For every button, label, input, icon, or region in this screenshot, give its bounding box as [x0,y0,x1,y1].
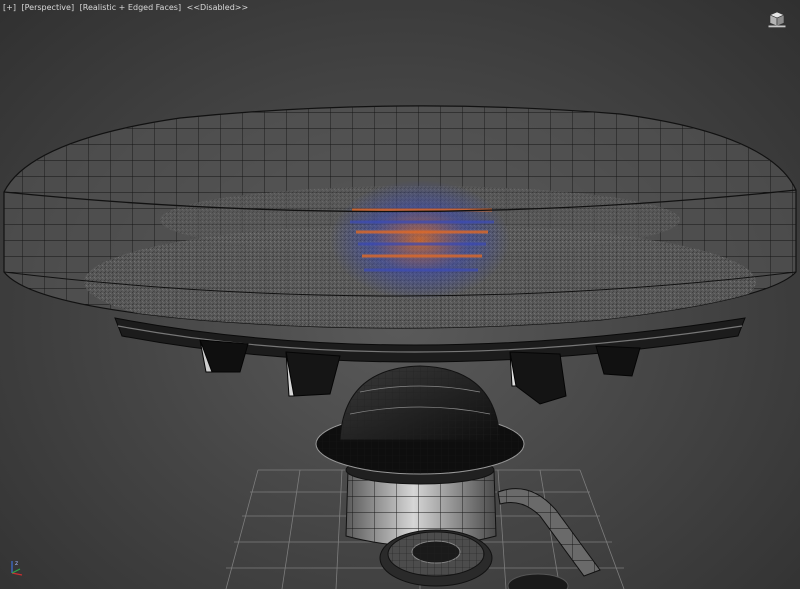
viewport-view-label[interactable]: [Perspective] [22,3,75,12]
viewport-label-bar: [+] [Perspective] [Realistic + Edged Fac… [3,3,251,12]
disc-wheel [379,529,493,587]
side-arm [497,488,601,577]
viewport-state-label: <<Disabled>> [186,3,249,12]
scene-canvas[interactable] [0,0,800,589]
viewport-perspective[interactable]: [+] [Perspective] [Realistic + Edged Fac… [0,0,800,589]
viewport-shading-label[interactable]: [Realistic + Edged Faces] [80,3,181,12]
small-disc [507,573,569,589]
viewcube-icon[interactable] [768,10,786,28]
axis-tripod-icon: z [11,560,23,576]
saucer-hull [3,105,797,329]
viewport-menu-plus[interactable]: [+] [3,3,16,12]
dome-pedestal [315,365,525,547]
axis-z-label: z [15,560,18,567]
